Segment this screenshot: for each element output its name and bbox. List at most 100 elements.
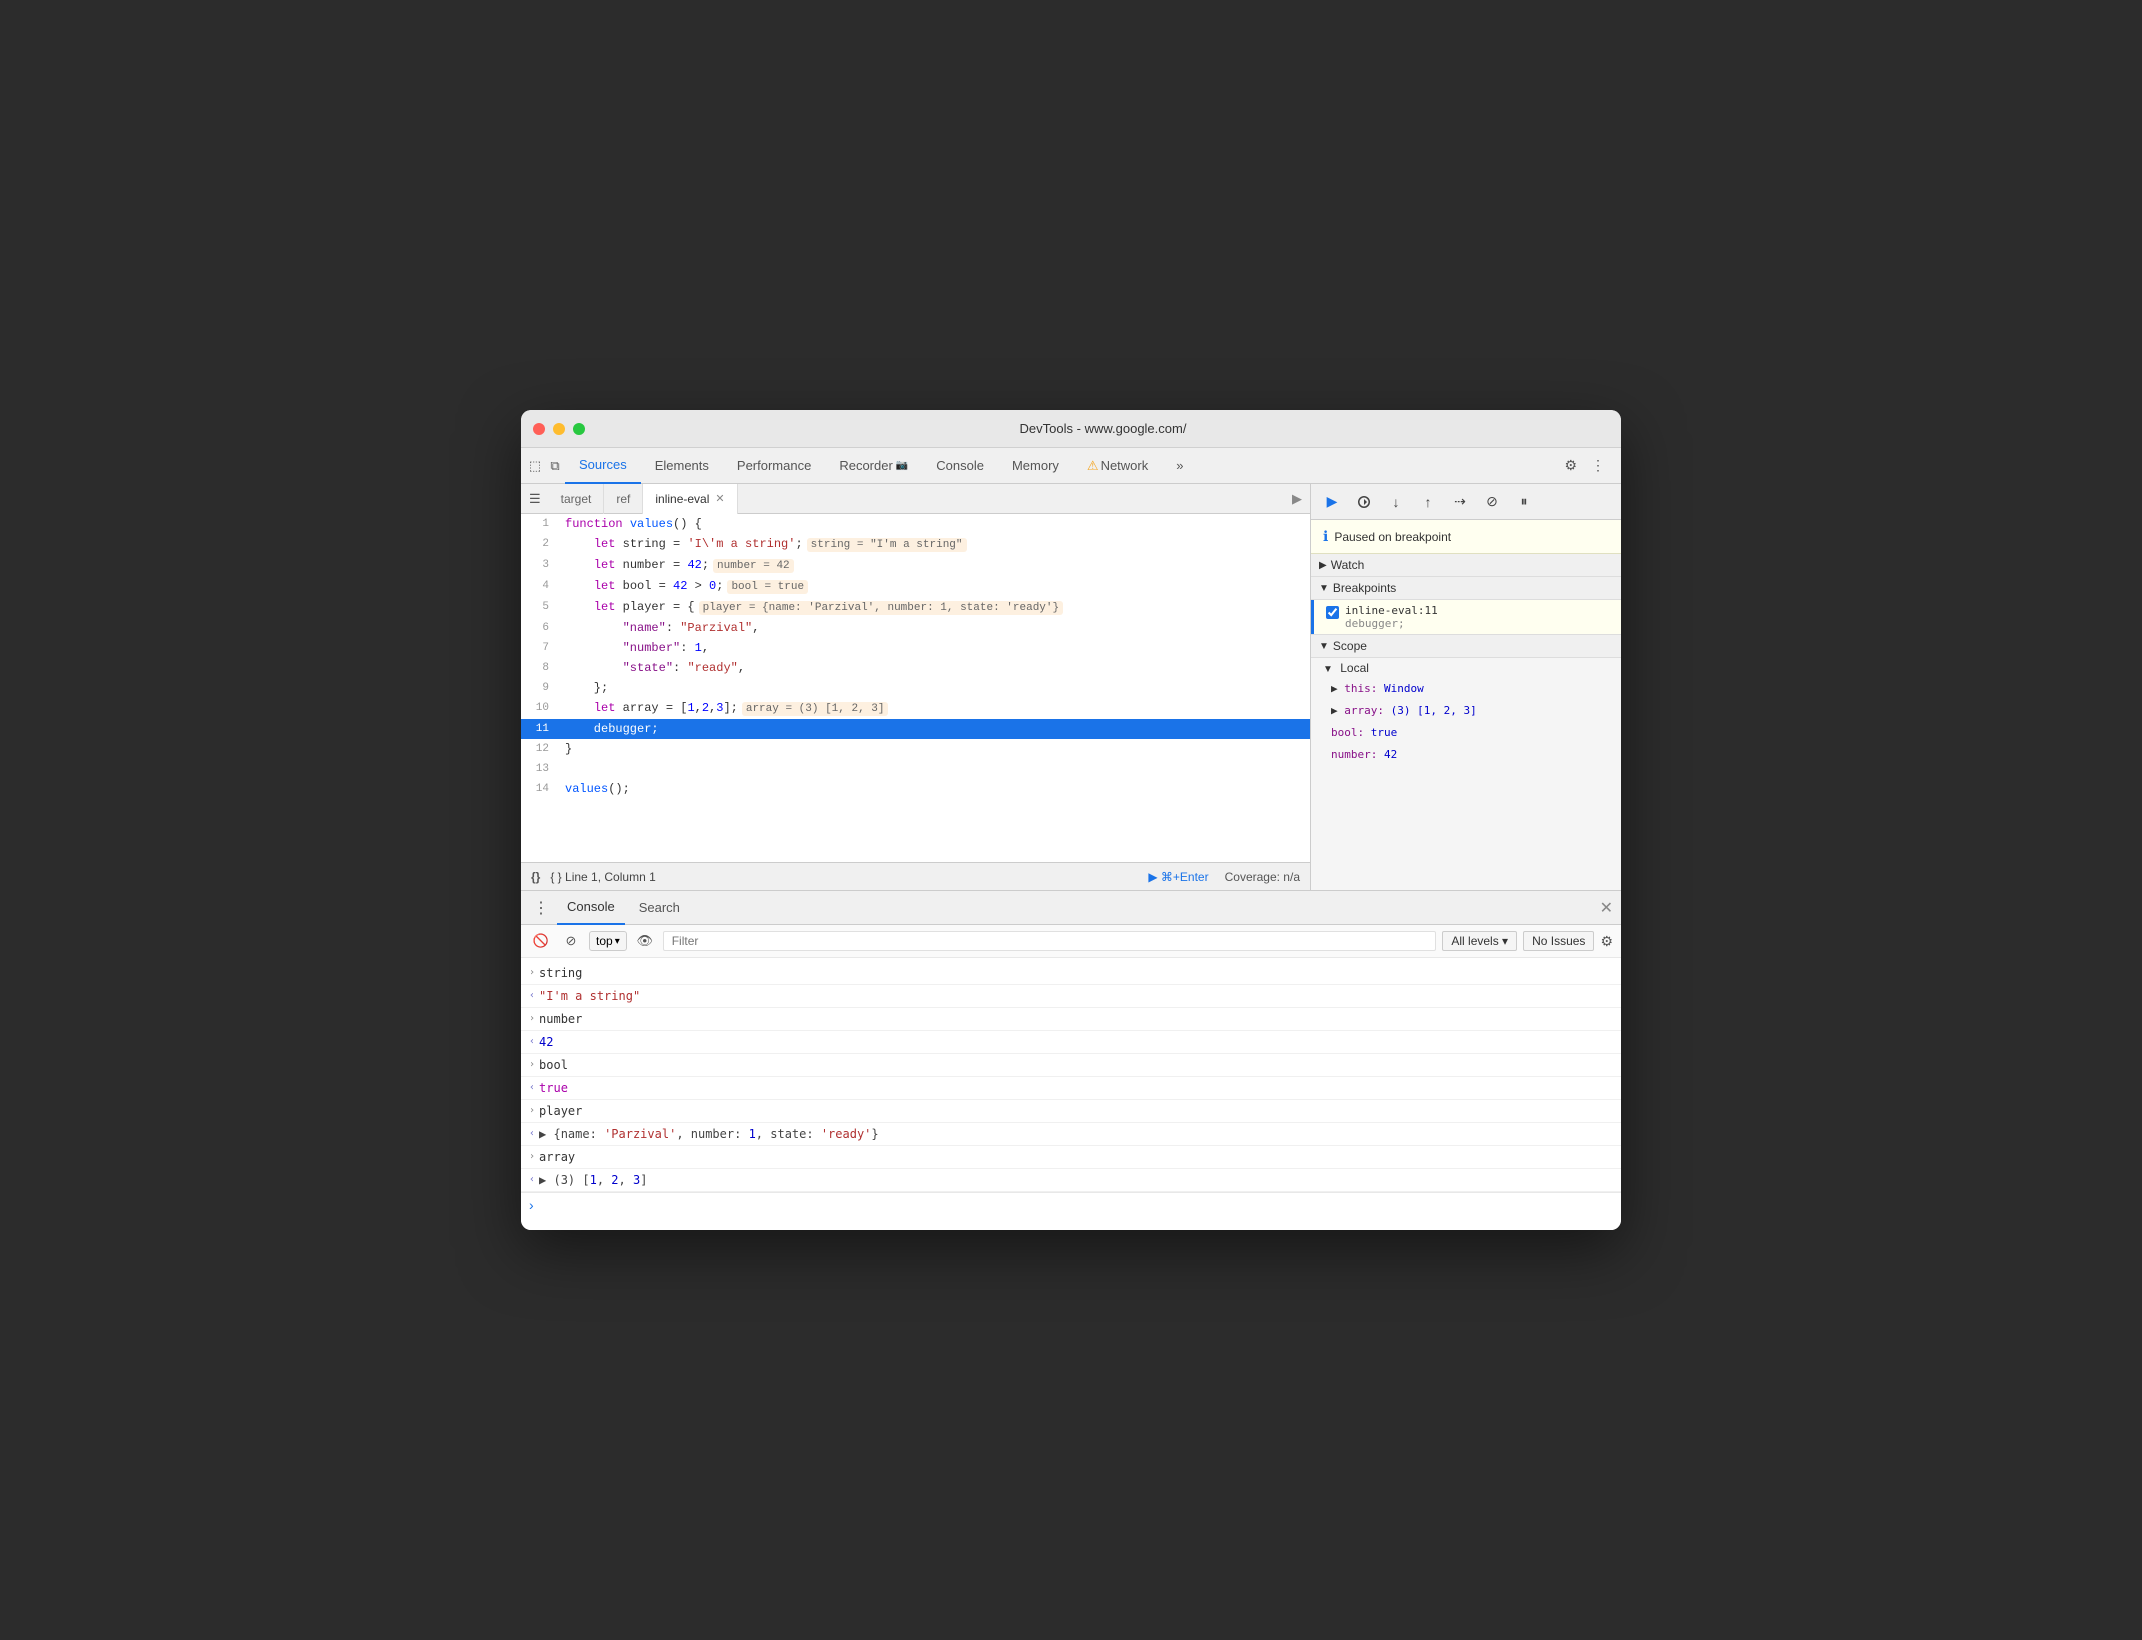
scope-header[interactable]: ▼ Scope — [1311, 635, 1621, 658]
main-tab-bar: ⬚ ⧉ Sources Elements Performance Recorde… — [521, 448, 1621, 484]
context-label: top — [596, 934, 613, 948]
console-close-button[interactable]: ✕ — [1600, 898, 1613, 918]
console-menu-button[interactable]: ⋮ — [529, 898, 553, 918]
log-out-arrow-icon: › — [529, 1010, 535, 1028]
log-item-bool-out: › bool — [521, 1054, 1621, 1077]
tab-performance[interactable]: Performance — [723, 448, 825, 484]
scope-bool: bool: true — [1311, 722, 1621, 744]
resume-button[interactable]: ▶ — [1319, 489, 1345, 515]
maximize-button[interactable] — [573, 423, 585, 435]
log-ret-arrow-icon: ‹ — [529, 1033, 535, 1051]
log-ret-arrow-icon: ‹ — [529, 987, 535, 1005]
log-level-selector[interactable]: All levels ▾ — [1442, 931, 1517, 951]
close-button[interactable] — [533, 423, 545, 435]
log-out-arrow-icon: › — [529, 1148, 535, 1166]
log-item-number-ret: ‹ 42 — [521, 1031, 1621, 1054]
run-button[interactable]: ▶ ⌘+Enter — [1148, 870, 1208, 884]
context-arrow-icon: ▾ — [615, 936, 620, 947]
watch-section-header[interactable]: ▶ Watch — [1311, 554, 1621, 577]
clear-console-button[interactable]: 🚫 — [529, 929, 553, 953]
console-header: ⋮ Console Search ✕ — [521, 891, 1621, 925]
tab-recorder[interactable]: Recorder 📷 — [825, 448, 922, 484]
step-over-button[interactable] — [1351, 489, 1377, 515]
local-group[interactable]: ▼ Local — [1311, 658, 1621, 678]
deactivate-breakpoints-button[interactable]: ⊘ — [1479, 489, 1505, 515]
titlebar: DevTools - www.google.com/ — [521, 410, 1621, 448]
code-editor[interactable]: 1 function values() { 2 let string = 'I\… — [521, 514, 1310, 862]
format-icon[interactable]: {} — [531, 870, 540, 884]
issues-counter[interactable]: No Issues — [1523, 931, 1594, 951]
step-into-button[interactable]: ↓ — [1383, 489, 1409, 515]
code-line-8: 8 "state": "ready", — [521, 658, 1310, 678]
console-area: ⋮ Console Search ✕ 🚫 ⊘ top ▾ 👁 All level… — [521, 890, 1621, 1230]
code-line-5: 5 let player = {player = {name: 'Parziva… — [521, 597, 1310, 618]
context-selector[interactable]: top ▾ — [589, 931, 627, 951]
code-line-9: 9 }; — [521, 678, 1310, 698]
tab-memory[interactable]: Memory — [998, 448, 1073, 484]
console-prompt-input[interactable] — [542, 1198, 1613, 1212]
tab-elements[interactable]: Elements — [641, 448, 723, 484]
console-filter-input[interactable] — [663, 931, 1437, 951]
log-item-player-out: › player — [521, 1100, 1621, 1123]
step-out-button[interactable]: ↑ — [1415, 489, 1441, 515]
cursor-position: { } Line 1, Column 1 — [550, 870, 655, 884]
log-out-arrow-icon: › — [529, 1102, 535, 1120]
code-line-4: 4 let bool = 42 > 0;bool = true — [521, 576, 1310, 597]
bp-code: debugger; — [1345, 617, 1438, 630]
log-ret-arrow-icon: ‹ — [529, 1171, 535, 1189]
log-item-array-ret: ‹ ▶ (3) [1, 2, 3] — [521, 1169, 1621, 1192]
editor-tab-ref[interactable]: ref — [604, 484, 643, 514]
breakpoint-checkbox[interactable] — [1326, 606, 1339, 619]
scope-number: number: 42 — [1311, 744, 1621, 766]
bp-file: inline-eval:11 — [1345, 604, 1438, 617]
code-line-10: 10 let array = [1,2,3];array = (3) [1, 2… — [521, 698, 1310, 719]
code-line-3: 3 let number = 42;number = 42 — [521, 555, 1310, 576]
pause-on-exceptions-button[interactable]: ⏸ — [1511, 489, 1537, 515]
network-warning-icon: ⚠ — [1087, 458, 1099, 474]
eye-icon[interactable]: 👁 — [633, 929, 657, 953]
scope-this: ▶ this: Window — [1311, 678, 1621, 700]
settings-icon[interactable]: ⚙ — [1560, 453, 1581, 478]
log-item-string-out: › string — [521, 962, 1621, 985]
local-label: Local — [1340, 661, 1369, 675]
watch-arrow-icon: ▶ — [1319, 560, 1327, 571]
breakpoints-arrow-icon: ▼ — [1319, 583, 1329, 594]
log-out-arrow-icon: › — [529, 964, 535, 982]
breakpoint-item: inline-eval:11 debugger; — [1311, 600, 1621, 634]
code-line-11: 11 debugger; — [521, 719, 1310, 739]
scope-label: Scope — [1333, 639, 1367, 653]
tab-network[interactable]: ⚠ Network — [1073, 448, 1162, 484]
scope-arrow-icon: ▼ — [1319, 641, 1329, 652]
debug-toolbar: ▶ ↓ ↑ ⇢ ⊘ ⏸ — [1311, 484, 1621, 520]
tab-more[interactable]: » — [1162, 448, 1197, 484]
console-tab-console[interactable]: Console — [557, 891, 625, 925]
code-line-7: 7 "number": 1, — [521, 638, 1310, 658]
tab-sources[interactable]: Sources — [565, 448, 641, 484]
console-settings-button[interactable]: ⚙ — [1600, 933, 1613, 950]
open-file-icon[interactable]: ▶ — [1284, 491, 1310, 507]
code-line-12: 12 } — [521, 739, 1310, 759]
minimize-button[interactable] — [553, 423, 565, 435]
breakpoints-section: ▼ Breakpoints inline-eval:11 debugger; — [1311, 577, 1621, 635]
statusbar: {} { } Line 1, Column 1 ▶ ⌘+Enter Covera… — [521, 862, 1310, 890]
console-tab-search[interactable]: Search — [629, 891, 690, 925]
breakpoints-header[interactable]: ▼ Breakpoints — [1311, 577, 1621, 600]
editor-tab-target[interactable]: target — [549, 484, 605, 514]
block-console-button[interactable]: ⊘ — [559, 929, 583, 953]
device-toolbar-icon[interactable]: ⧉ — [545, 456, 565, 476]
tab-console[interactable]: Console — [922, 448, 998, 484]
toolbar-end: ⚙ ⋮ — [1560, 453, 1617, 478]
log-item-bool-ret: ‹ true — [521, 1077, 1621, 1100]
file-tree-toggle[interactable]: ☰ — [521, 491, 549, 507]
coverage-status: Coverage: n/a — [1225, 870, 1300, 884]
log-item-array-out: › array — [521, 1146, 1621, 1169]
more-vert-icon[interactable]: ⋮ — [1587, 453, 1609, 478]
step-button[interactable]: ⇢ — [1447, 489, 1473, 515]
scope-array: ▶ array: (3) [1, 2, 3] — [1311, 700, 1621, 722]
tab-close-icon[interactable]: ✕ — [715, 492, 724, 505]
log-item-number-out: › number — [521, 1008, 1621, 1031]
inspector-icon[interactable]: ⬚ — [525, 456, 545, 476]
console-prompt: › — [521, 1192, 1621, 1217]
editor-tab-inline-eval[interactable]: inline-eval ✕ — [643, 484, 737, 514]
paused-notice: ℹ Paused on breakpoint — [1311, 520, 1621, 554]
